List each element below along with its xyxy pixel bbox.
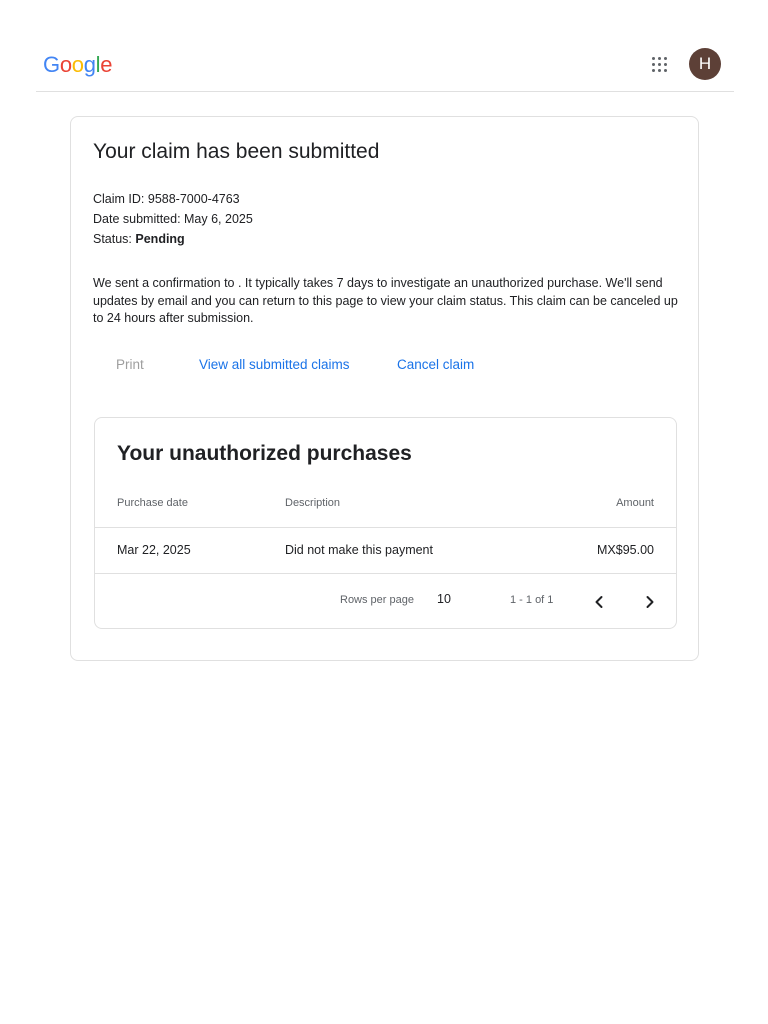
- claim-id-value: 9588-7000-4763: [147, 192, 240, 206]
- logo-letter: G: [43, 52, 60, 77]
- purchases-title: Your unauthorized purchases: [117, 442, 412, 465]
- purchase-description-cell: Did not make this payment: [285, 543, 433, 557]
- rows-per-page-select[interactable]: 10: [437, 592, 451, 606]
- page-title: Your claim has been submitted: [93, 140, 380, 163]
- logo-letter: o: [59, 52, 72, 77]
- purchase-date-cell: Mar 22, 2025: [117, 543, 191, 557]
- column-header-description: Description: [285, 497, 341, 509]
- logo-letter: g: [83, 52, 96, 77]
- apps-grid-icon[interactable]: [648, 53, 672, 77]
- date-submitted-line: Date submitted: May 6, 2025: [93, 212, 253, 226]
- top-bar: Google H: [36, 36, 734, 92]
- divider: [95, 573, 676, 574]
- pagination-range: 1 - 1 of 1: [510, 594, 554, 606]
- date-submitted-value: May 6, 2025: [184, 212, 253, 226]
- purchase-amount-cell: MX$95.00: [597, 543, 654, 557]
- status-badge: Pending: [135, 232, 185, 246]
- cancel-claim-button[interactable]: Cancel claim: [397, 357, 474, 372]
- column-header-amount: Amount: [616, 497, 654, 509]
- chevron-right-icon[interactable]: [640, 592, 660, 612]
- status-line: Status: Pending: [93, 232, 185, 246]
- rows-per-page-label: Rows per page: [340, 594, 414, 606]
- logo-letter: o: [71, 52, 84, 77]
- print-button[interactable]: Print: [116, 357, 144, 372]
- avatar[interactable]: H: [689, 48, 721, 80]
- google-logo[interactable]: Google: [43, 52, 112, 78]
- claim-description: We sent a confirmation to . It typically…: [93, 276, 678, 325]
- column-header-purchase-date: Purchase date: [117, 497, 188, 509]
- claim-id-line: Claim ID: 9588-7000-4763: [93, 192, 240, 206]
- view-all-claims-link[interactable]: View all submitted claims: [199, 357, 350, 372]
- divider: [95, 527, 676, 528]
- chevron-left-icon[interactable]: [589, 592, 609, 612]
- claim-card: Your claim has been submitted Claim ID: …: [70, 116, 699, 661]
- logo-letter: e: [100, 52, 113, 77]
- purchases-card: Your unauthorized purchases Purchase dat…: [94, 417, 677, 629]
- claim-info: Claim ID: 9588-7000-4763 Date submitted:…: [93, 189, 253, 249]
